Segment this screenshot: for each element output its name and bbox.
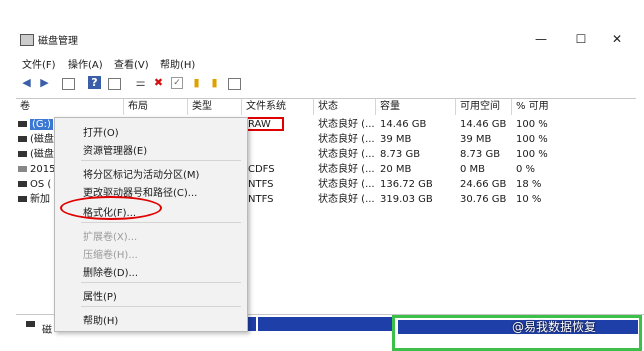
capacity-cell: 136.72 GB [380, 179, 433, 190]
context-menu: 打开(O) 资源管理器(E) 将分区标记为活动分区(M) 更改驱动器号和路径(C… [54, 117, 248, 332]
volume-cell: (磁盘 [18, 147, 54, 162]
capacity-cell: 319.03 GB [380, 194, 433, 205]
grid-icon[interactable] [62, 78, 75, 90]
volume-name: 新加 [30, 194, 50, 205]
filesystem-cell: NTFS [248, 179, 274, 190]
column-header-status[interactable]: 状态 [314, 99, 376, 115]
capacity-cell: 20 MB [380, 164, 412, 175]
capacity-cell: 14.46 GB [380, 119, 427, 130]
title-bar: 磁盘管理 — ☐ ✕ [0, 28, 644, 50]
toolbar: ◀ ▶ ? ⚌ ✖ ✓ ▮ ▮ [0, 73, 644, 95]
volume-cell: 2015 [18, 162, 55, 177]
free-space-cell: 14.46 GB [460, 119, 507, 130]
disk-label: 磁 [42, 325, 52, 336]
free-space-cell: 39 MB [460, 134, 492, 145]
filesystem-cell: CDFS [248, 164, 275, 175]
drive-icon [18, 196, 27, 202]
column-header-volume[interactable]: 卷 [16, 99, 124, 115]
drive-icon [18, 136, 27, 142]
percent-free-cell: 18 % [516, 179, 542, 190]
column-header-layout[interactable]: 布局 [124, 99, 188, 115]
forward-arrow-icon[interactable]: ▶ [38, 76, 51, 89]
menu-item-open[interactable]: 打开(O) [83, 124, 119, 139]
free-space-cell: 0 MB [460, 164, 486, 175]
menu-view[interactable]: 查看(V) [114, 56, 149, 71]
format-highlight-ellipse [60, 196, 162, 220]
disk-management-window: 磁盘管理 — ☐ ✕ 文件(F) 操作(A) 查看(V) 帮助(H) ◀ ▶ ?… [0, 0, 644, 351]
status-cell: 状态良好 (... [318, 179, 375, 190]
maximize-button[interactable]: ☐ [566, 30, 596, 48]
percent-free-cell: 100 % [516, 149, 548, 160]
column-header-type[interactable]: 类型 [188, 99, 242, 115]
status-cell: 状态良好 (... [318, 194, 375, 205]
free-space-cell: 30.76 GB [460, 194, 507, 205]
cd-drive-icon [18, 166, 27, 172]
disk-management-icon [20, 34, 34, 46]
window-icon[interactable] [228, 78, 241, 90]
menu-action[interactable]: 操作(A) [68, 56, 103, 71]
minimize-button[interactable]: — [526, 30, 556, 48]
partition-segment[interactable] [258, 317, 392, 331]
free-space-cell: 8.73 GB [460, 149, 501, 160]
menu-item-mark-active[interactable]: 将分区标记为活动分区(M) [83, 166, 199, 181]
search-folder-icon[interactable]: ▮ [208, 76, 221, 89]
volume-cell: OS ( [18, 177, 51, 192]
menu-separator [81, 160, 241, 161]
folder-up-icon[interactable]: ▮ [190, 76, 203, 89]
help-icon[interactable]: ? [88, 76, 101, 89]
volume-cell: 新加 [18, 192, 50, 207]
volume-name: (G:) [30, 119, 53, 130]
percent-free-cell: 100 % [516, 119, 548, 130]
menu-bar: 文件(F) 操作(A) 查看(V) 帮助(H) [0, 54, 644, 72]
window-title: 磁盘管理 [38, 36, 78, 47]
column-header-free-space[interactable]: 可用空间 [456, 99, 512, 115]
drive-icon [18, 151, 27, 157]
column-header-capacity[interactable]: 容量 [376, 99, 456, 115]
menu-separator [81, 306, 241, 307]
drive-icon [18, 181, 27, 187]
volume-name: 2015 [30, 164, 56, 175]
check-icon[interactable]: ✓ [171, 77, 183, 89]
menu-separator [81, 282, 241, 283]
menu-file[interactable]: 文件(F) [22, 56, 56, 71]
status-cell: 状态良好 (... [318, 164, 375, 175]
column-header-percent-free[interactable]: % 可用 [512, 99, 636, 115]
menu-item-shrink-volume: 压缩卷(H)... [83, 250, 138, 261]
drive-icon [18, 121, 27, 127]
menu-separator [81, 222, 241, 223]
back-arrow-icon[interactable]: ◀ [20, 76, 33, 89]
watermark: @易我数据恢复 [512, 320, 597, 334]
panel-icon[interactable] [108, 78, 121, 90]
menu-item-help[interactable]: 帮助(H) [83, 312, 118, 327]
disk-icon [26, 321, 35, 327]
menu-item-properties[interactable]: 属性(P) [83, 288, 117, 303]
delete-x-icon[interactable]: ✖ [152, 76, 165, 89]
close-button[interactable]: ✕ [602, 30, 632, 48]
capacity-cell: 8.73 GB [380, 149, 421, 160]
status-cell: 状态良好 (... [318, 119, 375, 130]
menu-help[interactable]: 帮助(H) [160, 56, 195, 71]
volume-name: (磁盘 [30, 149, 54, 160]
filesystem-cell: NTFS [248, 194, 274, 205]
volume-name: OS ( [30, 179, 52, 190]
raw-highlight-box [242, 117, 284, 131]
free-space-cell: 24.66 GB [460, 179, 507, 190]
status-cell: 状态良好 (... [318, 134, 375, 145]
menu-item-explorer[interactable]: 资源管理器(E) [83, 142, 147, 157]
status-cell: 状态良好 (... [318, 149, 375, 160]
connect-icon[interactable]: ⚌ [134, 76, 147, 89]
volume-cell: (磁盘 [18, 132, 54, 147]
percent-free-cell: 100 % [516, 134, 548, 145]
percent-free-cell: 10 % [516, 194, 542, 205]
percent-free-cell: 0 % [516, 164, 536, 175]
menu-item-delete-volume[interactable]: 删除卷(D)... [83, 264, 138, 279]
column-header-filesystem[interactable]: 文件系统 [242, 99, 314, 115]
menu-item-extend-volume: 扩展卷(X)... [83, 232, 138, 243]
volume-name: (磁盘 [30, 134, 54, 145]
volume-cell: (G:) [18, 117, 53, 132]
capacity-cell: 39 MB [380, 134, 412, 145]
